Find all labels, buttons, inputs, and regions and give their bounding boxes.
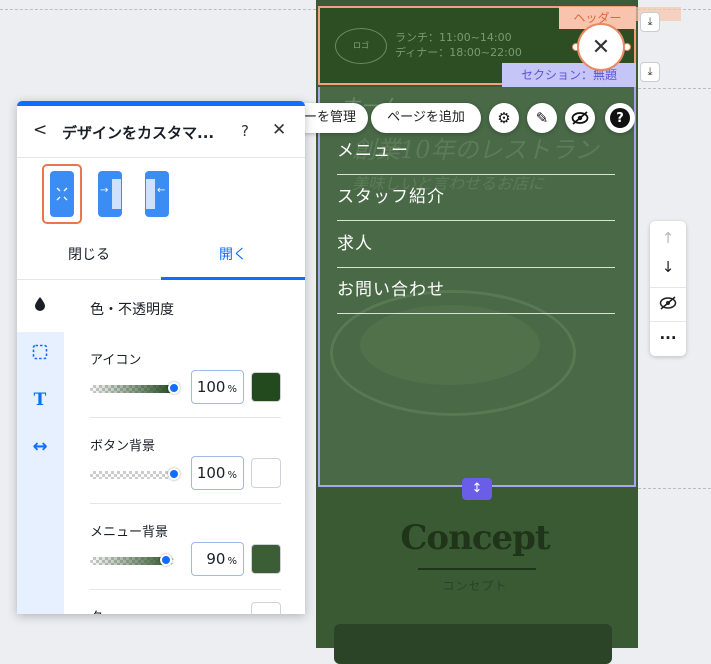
move-down-button[interactable]: ↓ [650,252,686,282]
vertical-resize-icon: ↕ [471,481,483,496]
button-bg-color-swatch[interactable] [251,458,281,488]
tab-closed[interactable]: 閉じる [17,232,161,279]
paintbrush-icon: ✎ [535,109,549,127]
section-badge[interactable]: セクション：無題 [502,63,636,87]
close-icon: ✕ [591,34,611,60]
menu-bg-label: メニュー背景 [90,525,169,540]
concept-subtitle: コンセプト [442,579,508,593]
menu-bg-opacity-slider[interactable] [90,554,174,566]
slider-fill [90,557,166,565]
concept-divider [418,568,536,570]
slider-fill [90,471,174,479]
back-button[interactable]: < [33,120,47,140]
help-button[interactable]: ? [605,103,635,133]
layout-fullscreen-option[interactable] [42,164,82,224]
more-actions-button[interactable]: ··· [650,323,686,353]
state-tabs: 閉じる 開く [17,232,305,280]
download-icon[interactable]: ⤓ [640,12,660,32]
spacing-icon[interactable]: ↔ [28,434,52,458]
download-icon[interactable]: ⤓ [640,62,660,82]
design-button[interactable]: ✎ [527,103,557,133]
layout-slide-right-option[interactable]: ← [137,164,177,224]
icon-opacity-label: アイコン [90,353,142,368]
slider-knob[interactable] [168,382,180,394]
layout-slide-left-option[interactable]: → [90,164,130,224]
phone-fullscreen-icon [50,171,74,217]
icon-opacity-input[interactable]: 100% [191,370,244,404]
design-panel: < デザインをカスタマ... ? ✕ → ← 閉じる 開く T ↔ 色・不透明度… [17,101,305,614]
help-icon: ? [610,108,630,128]
slider-knob[interactable] [168,468,180,480]
eye-off-icon [659,296,677,310]
panel-header: < デザインをカスタマ... ? ✕ [17,106,305,158]
menu-bg-opacity-input[interactable]: 90% [191,542,244,576]
guide-line [638,488,711,489]
icon-color-swatch[interactable] [251,372,281,402]
section-heading: 色・不透明度 [90,302,174,318]
concept-card [334,624,612,664]
hide-button[interactable] [565,103,595,133]
panel-help-button[interactable]: ? [241,122,249,140]
close-menu-button[interactable]: ✕ [577,23,625,71]
add-page-button[interactable]: ページを追加 [371,103,481,133]
slider-fill [90,385,174,393]
button-bg-opacity-slider[interactable] [90,468,180,480]
move-up-button[interactable]: ↑ [650,223,686,253]
rail-highlight [17,332,64,614]
cut-off-label: ク [90,606,103,614]
eye-off-icon [571,111,589,125]
panel-title: デザインをカスタマ... [62,124,215,142]
phone-slide-right-icon: → [98,171,122,217]
border-icon[interactable] [28,340,52,364]
divider [90,417,281,418]
settings-button[interactable]: ⚙ [489,103,519,133]
restaurant-logo: ロゴ [335,28,387,64]
concept-title: Concept [400,518,550,558]
divider [90,503,281,504]
section-outline [318,87,636,487]
toolbar-divider [650,321,686,322]
text-icon[interactable]: T [28,388,52,412]
panel-close-button[interactable]: ✕ [272,120,286,140]
arrow-up-icon: ↑ [661,229,675,247]
slider-knob[interactable] [160,554,172,566]
more-icon: ··· [659,329,677,347]
opening-hours: ランチ：11:00~14:00 ディナー：18:00~22:00 [395,31,522,59]
menu-bg-color-swatch[interactable] [251,544,281,574]
arrange-toolbar: ↑ ↓ ··· [650,221,686,356]
stretch-handle[interactable]: ↕ [462,478,492,500]
divider [90,589,281,590]
icon-opacity-slider[interactable] [90,382,180,394]
guide-line [638,88,711,89]
tab-open[interactable]: 開く [161,232,305,279]
active-tab-indicator [161,277,305,280]
button-bg-opacity-input[interactable]: 100% [191,456,244,490]
color-drop-icon[interactable] [28,291,52,315]
phone-slide-left-icon: ← [145,171,169,217]
guide-line [0,9,316,10]
button-bg-label: ボタン背景 [90,439,156,454]
color-swatch[interactable] [251,602,281,614]
hide-section-button[interactable] [650,288,686,318]
gear-icon: ⚙ [497,109,511,127]
arrow-down-icon: ↓ [661,258,675,276]
